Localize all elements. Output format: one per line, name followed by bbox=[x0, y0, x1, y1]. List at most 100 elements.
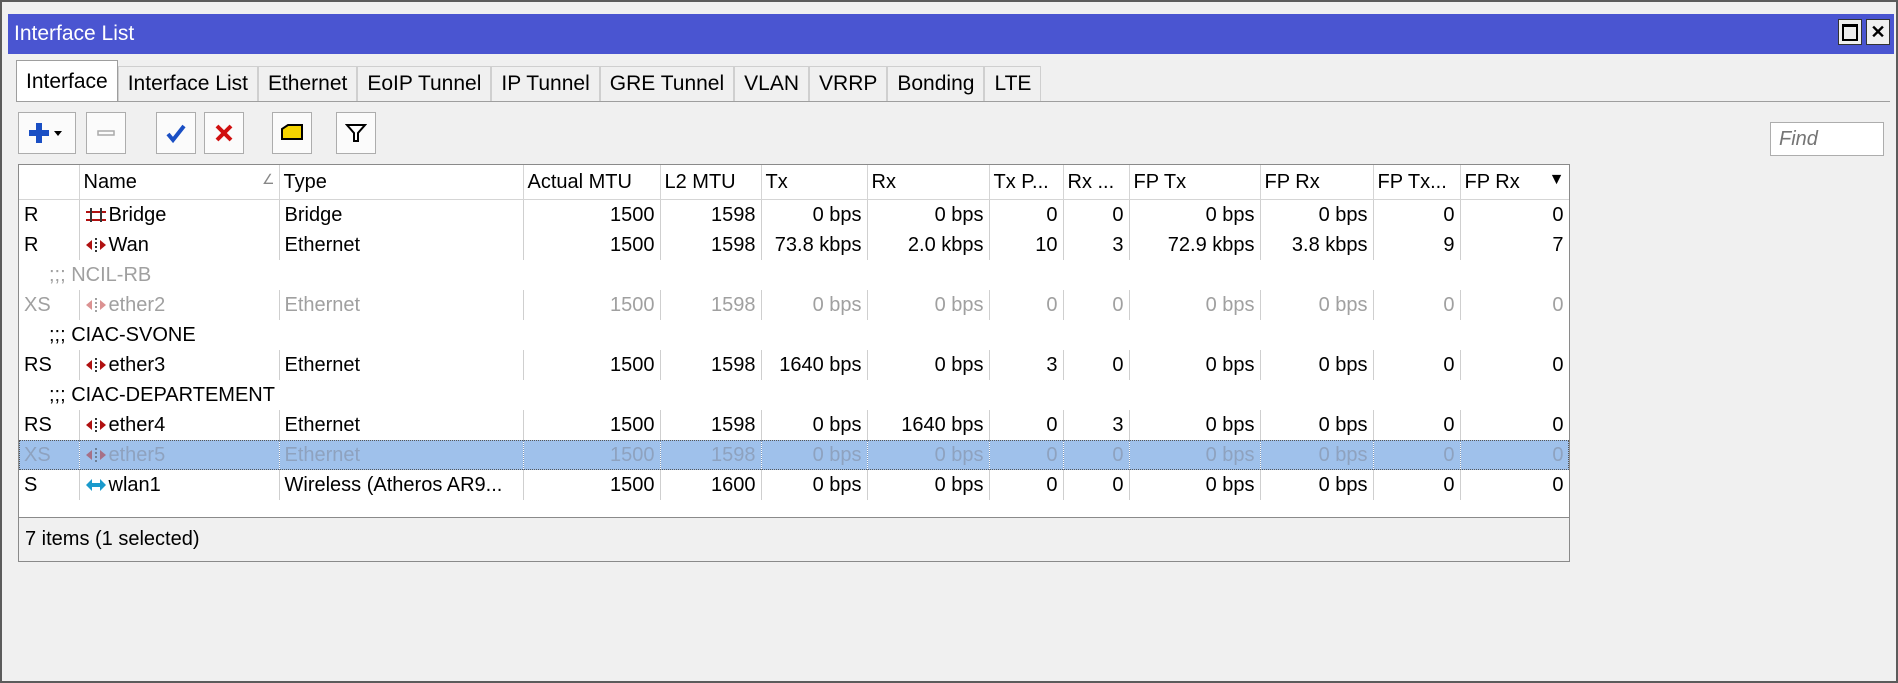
l2-mtu-cell: 1598 bbox=[660, 350, 762, 380]
status-text: 7 items (1 selected) bbox=[25, 528, 200, 550]
fp-rx-cell: 0 bps bbox=[1260, 440, 1374, 470]
tab-divider bbox=[16, 101, 1890, 102]
table-row[interactable]: R Bridge Bridge 1500 1598 0 bps 0 bps 0 0 0 bps 0 … bbox=[19, 199, 1569, 230]
column-header-rx-packets[interactable]: Rx ... bbox=[1063, 165, 1130, 200]
toolbar bbox=[18, 112, 1890, 156]
tab-vlan[interactable]: VLAN bbox=[734, 66, 810, 102]
enable-button[interactable] bbox=[156, 112, 196, 154]
maximize-button[interactable] bbox=[1838, 19, 1862, 45]
table-row[interactable]: XS ether2 Ethernet 1500 1598 0 bps 0 bps 0 0 0 bp… bbox=[19, 290, 1569, 320]
actual-mtu-cell: 1500 bbox=[523, 230, 661, 260]
interface-name: ether3 bbox=[108, 353, 166, 376]
ethernet-icon bbox=[85, 446, 107, 462]
add-button[interactable] bbox=[18, 112, 76, 154]
comment-button[interactable] bbox=[272, 112, 312, 154]
fp-rx-cell: 0 bps bbox=[1260, 470, 1374, 500]
tx-cell: 0 bps bbox=[761, 410, 868, 440]
name-cell: ether4 bbox=[79, 410, 280, 440]
flags-cell: S bbox=[19, 470, 80, 500]
close-icon: ✕ bbox=[1870, 21, 1886, 42]
fp-tx-p-cell: 0 bbox=[1373, 410, 1461, 440]
tx-p-cell: 3 bbox=[989, 350, 1064, 380]
find-input[interactable] bbox=[1770, 122, 1884, 156]
fp-rx-p-cell: 0 bbox=[1460, 410, 1569, 440]
column-header-fp-tx[interactable]: FP Tx bbox=[1129, 165, 1261, 200]
comment-row[interactable]: ;;; CIAC-DEPARTEMENT bbox=[19, 380, 1569, 410]
comment-row[interactable]: ;;; CIAC-SVONE bbox=[19, 320, 1569, 350]
close-button[interactable]: ✕ bbox=[1866, 19, 1890, 45]
table-body: R Bridge Bridge 1500 1598 0 bps 0 bps 0 0 0 bps 0 … bbox=[19, 199, 1569, 500]
name-cell: ether3 bbox=[79, 350, 280, 380]
type-cell: Ethernet bbox=[279, 290, 524, 320]
tab-interface[interactable]: Interface bbox=[16, 60, 118, 102]
tx-cell: 0 bps bbox=[761, 199, 868, 230]
tx-p-cell: 10 bbox=[989, 230, 1064, 260]
fp-rx-p-cell: 0 bbox=[1460, 440, 1569, 470]
tab-ethernet[interactable]: Ethernet bbox=[257, 66, 358, 102]
column-header-name[interactable]: Name ∠ bbox=[79, 165, 280, 200]
fp-tx-p-cell: 0 bbox=[1373, 290, 1461, 320]
disable-button[interactable] bbox=[204, 112, 244, 154]
actual-mtu-cell: 1500 bbox=[523, 199, 661, 230]
fp-rx-cell: 3.8 kbps bbox=[1260, 230, 1374, 260]
column-header-l2-mtu[interactable]: L2 MTU bbox=[660, 165, 762, 200]
fp-tx-p-cell: 0 bbox=[1373, 440, 1461, 470]
column-header-fp-tx-packets[interactable]: FP Tx... bbox=[1373, 165, 1461, 200]
comment-row[interactable]: ;;; NCIL-RB bbox=[19, 260, 1569, 290]
ethernet-icon bbox=[85, 416, 107, 432]
fp-tx-cell: 0 bps bbox=[1129, 199, 1261, 230]
table-row[interactable]: RS ether4 Ethernet 1500 1598 0 bps 1640 bps 0 3 0… bbox=[19, 410, 1569, 440]
tab-gre-tunnel[interactable]: GRE Tunnel bbox=[599, 66, 735, 102]
column-header-tx-packets[interactable]: Tx P... bbox=[989, 165, 1064, 200]
column-header-actual-mtu[interactable]: Actual MTU bbox=[523, 165, 661, 200]
fp-rx-cell: 0 bps bbox=[1260, 290, 1374, 320]
type-cell: Wireless (Atheros AR9... bbox=[279, 470, 524, 500]
filter-icon bbox=[345, 124, 367, 142]
flags-cell: XS bbox=[19, 440, 80, 470]
l2-mtu-cell: 1598 bbox=[660, 290, 762, 320]
fp-tx-cell: 0 bps bbox=[1129, 290, 1261, 320]
actual-mtu-cell: 1500 bbox=[523, 410, 661, 440]
name-cell: ether2 bbox=[79, 290, 280, 320]
comment-text: ;;; CIAC-DEPARTEMENT bbox=[19, 380, 1569, 410]
rx-cell: 0 bps bbox=[867, 470, 990, 500]
tab-ip-tunnel[interactable]: IP Tunnel bbox=[491, 66, 600, 102]
column-header-type[interactable]: Type bbox=[279, 165, 524, 200]
tab-lte[interactable]: LTE bbox=[984, 66, 1042, 102]
table-row[interactable]: RS ether3 Ethernet 1500 1598 1640 bps 0 bps 3 0 0… bbox=[19, 350, 1569, 380]
name-cell: wlan1 bbox=[79, 470, 280, 500]
actual-mtu-cell: 1500 bbox=[523, 440, 661, 470]
table-row[interactable]: XS ether5 Ethernet 1500 1598 0 bps 0 bps 0 0 0 bp… bbox=[19, 440, 1569, 470]
flags-cell: R bbox=[19, 199, 80, 230]
type-cell: Ethernet bbox=[279, 350, 524, 380]
column-header-fp-rx[interactable]: FP Rx bbox=[1260, 165, 1374, 200]
fp-rx-cell: 0 bps bbox=[1260, 410, 1374, 440]
l2-mtu-cell: 1598 bbox=[660, 199, 762, 230]
checkmark-icon bbox=[166, 124, 186, 144]
column-menu-icon[interactable]: ▼ bbox=[1549, 171, 1565, 189]
l2-mtu-cell: 1598 bbox=[660, 230, 762, 260]
rx-p-cell: 0 bbox=[1063, 199, 1130, 230]
column-header-rx[interactable]: Rx bbox=[867, 165, 990, 200]
tab-interface-list[interactable]: Interface List bbox=[117, 66, 258, 102]
sort-indicator-icon: ∠ bbox=[261, 170, 275, 187]
column-header-tx[interactable]: Tx bbox=[761, 165, 868, 200]
status-bar: 7 items (1 selected) bbox=[18, 518, 1570, 562]
tab-bonding[interactable]: Bonding bbox=[887, 66, 985, 102]
table-row[interactable]: Swlan1 Wireless (Atheros AR9... 1500 1600 0 … bbox=[19, 470, 1569, 500]
table-row[interactable]: R Wan Ethernet 1500 1598 73.8 kbps 2.0 kbps 10 3… bbox=[19, 230, 1569, 260]
rx-cell: 0 bps bbox=[867, 440, 990, 470]
title-bar[interactable]: Interface List ✕ bbox=[8, 14, 1894, 54]
rx-p-cell: 0 bbox=[1063, 350, 1130, 380]
rx-cell: 2.0 kbps bbox=[867, 230, 990, 260]
tab-vrrp[interactable]: VRRP bbox=[809, 66, 888, 102]
remove-button[interactable] bbox=[86, 112, 126, 154]
filter-button[interactable] bbox=[336, 112, 376, 154]
fp-rx-p-cell: 0 bbox=[1460, 199, 1569, 230]
tab-eoip-tunnel[interactable]: EoIP Tunnel bbox=[357, 66, 492, 102]
column-header-flags[interactable] bbox=[19, 165, 80, 200]
maximize-icon bbox=[1842, 23, 1858, 41]
flags-cell: RS bbox=[19, 350, 80, 380]
actual-mtu-cell: 1500 bbox=[523, 290, 661, 320]
column-header-fp-rx-packets[interactable]: FP Rx ▼ bbox=[1460, 165, 1569, 200]
